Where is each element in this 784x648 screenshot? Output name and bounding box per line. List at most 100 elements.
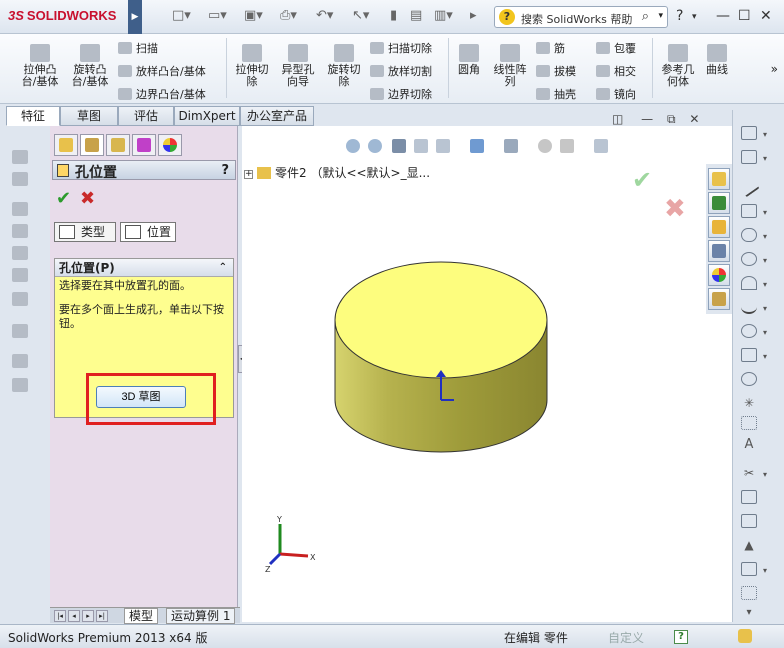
close-button[interactable]: ✕ xyxy=(760,8,772,24)
rib-button[interactable]: 筋 xyxy=(536,40,565,56)
text-icon[interactable]: A xyxy=(741,438,757,452)
tool-icon[interactable] xyxy=(12,354,28,368)
shell-button[interactable]: 抽壳 xyxy=(536,86,576,102)
sketch-icon[interactable] xyxy=(741,126,757,140)
loft-boss-button[interactable]: 放样凸台/基体 xyxy=(118,63,206,79)
solidworks-logo[interactable]: 3S SOLIDWORKS xyxy=(8,8,116,23)
ellipse-icon[interactable] xyxy=(741,324,757,338)
help-icon[interactable]: ? xyxy=(674,630,688,644)
mirror-entities-icon[interactable]: ▲ xyxy=(741,538,757,552)
section-header[interactable]: 孔位置(P) ⌃ xyxy=(55,259,233,277)
tool-icon[interactable] xyxy=(12,202,28,216)
restore-button[interactable]: ☐ xyxy=(738,8,751,24)
next-tab-icon[interactable]: ▸ xyxy=(82,610,94,622)
linear-pattern-button[interactable]: 线性阵 列 xyxy=(488,44,532,88)
zoom-to-fit-icon[interactable] xyxy=(346,139,360,153)
tool-icon[interactable] xyxy=(12,268,28,282)
search-icon[interactable]: ⌕ xyxy=(642,9,649,24)
offset-entities-icon[interactable] xyxy=(741,514,757,528)
toolbar-overflow-icon[interactable]: ▸ xyxy=(470,8,477,23)
minimize-button[interactable]: — xyxy=(716,8,730,24)
new-document-icon[interactable]: □▾ xyxy=(172,8,191,23)
custom-properties-tab[interactable] xyxy=(708,288,730,310)
tab-dimxpert[interactable]: DimXpert xyxy=(174,106,240,126)
linear-sketch-pattern-icon[interactable] xyxy=(741,562,757,576)
tab-model[interactable]: 模型 xyxy=(124,608,159,624)
status-custom[interactable]: 自定义 xyxy=(608,629,644,646)
tool-icon[interactable] xyxy=(12,378,28,392)
slot-icon[interactable] xyxy=(741,228,757,242)
arc-icon[interactable] xyxy=(741,276,757,290)
ok-check-icon[interactable]: ✔ xyxy=(56,188,71,209)
lofted-cut-button[interactable]: 放样切割 xyxy=(370,63,432,79)
display-style-icon[interactable] xyxy=(470,139,484,153)
curves-button[interactable]: 曲线 xyxy=(702,44,732,76)
restore-view-icon[interactable]: ⧉ xyxy=(667,112,676,126)
property-manager-tab[interactable] xyxy=(80,134,104,156)
options-icon[interactable]: ▥▾ xyxy=(434,8,453,23)
cancel-x-icon[interactable]: ✖ xyxy=(80,188,95,209)
draft-button[interactable]: 拔模 xyxy=(536,63,576,79)
circle-icon[interactable] xyxy=(741,252,757,266)
reference-geometry-button[interactable]: 参考几 何体 xyxy=(656,44,700,88)
tool-icon[interactable] xyxy=(12,150,28,164)
ribbon-overflow-icon[interactable]: » xyxy=(771,62,778,76)
tab-features[interactable]: 特征 xyxy=(6,106,60,126)
display-manager-tab[interactable] xyxy=(158,134,182,156)
line-icon[interactable] xyxy=(738,176,760,198)
view-palette-tab[interactable] xyxy=(708,240,730,262)
select-arrow-icon[interactable]: ↖▾ xyxy=(352,8,369,23)
solidworks-resources-tab[interactable] xyxy=(708,168,730,190)
apply-scene-icon[interactable] xyxy=(560,139,574,153)
previous-view-icon[interactable] xyxy=(392,139,406,153)
tool-icon[interactable] xyxy=(12,324,28,338)
tag-icon[interactable] xyxy=(738,629,752,643)
section-view-icon[interactable] xyxy=(414,139,428,153)
help-dropdown-icon[interactable]: ▾ xyxy=(692,12,697,22)
hide-show-icon[interactable] xyxy=(504,139,518,153)
tab-sketch[interactable]: 草图 xyxy=(60,106,118,126)
wrap-button[interactable]: 包覆 xyxy=(596,40,636,56)
help-search-box[interactable]: ? 搜索 SolidWorks 帮助 ⌕ ▾ xyxy=(494,6,668,28)
revolve-boss-button[interactable]: 旋转凸 台/基体 xyxy=(68,44,112,88)
plane-icon[interactable] xyxy=(741,372,757,386)
view-split-icon[interactable]: ◫ xyxy=(612,112,623,126)
extrude-boss-button[interactable]: 拉伸凸 台/基体 xyxy=(18,44,62,88)
tab-office-products[interactable]: 办公室产品 xyxy=(240,106,314,126)
first-tab-icon[interactable]: |◂ xyxy=(54,610,66,622)
rectangle-icon[interactable] xyxy=(741,204,757,218)
point-icon[interactable]: ✳ xyxy=(741,396,757,410)
view-settings-icon[interactable] xyxy=(594,139,608,153)
configuration-manager-tab[interactable] xyxy=(106,134,130,156)
confirm-cancel-icon[interactable]: ✖ xyxy=(664,194,686,224)
smart-dimension-icon[interactable] xyxy=(741,150,757,164)
confirm-ok-icon[interactable]: ✔ xyxy=(632,166,652,194)
sweep-button[interactable]: 扫描 xyxy=(118,40,158,56)
help-button[interactable]: ? xyxy=(221,163,229,178)
collapse-icon[interactable]: ⌃ xyxy=(219,259,227,277)
tab-type[interactable]: 类型 xyxy=(54,222,116,242)
convert-entities-icon[interactable] xyxy=(741,490,757,504)
zoom-to-area-icon[interactable] xyxy=(368,139,382,153)
trim-icon[interactable]: ✂ xyxy=(741,466,757,480)
open-document-icon[interactable]: ▭▾ xyxy=(208,8,227,23)
tool-icon[interactable] xyxy=(12,172,28,186)
tab-evaluate[interactable]: 评估 xyxy=(118,106,174,126)
rebuild-icon[interactable]: ▮ xyxy=(390,8,397,23)
feature-tree-flyout[interactable]: + 零件2 （默认<<默认>_显... xyxy=(244,164,430,181)
extrude-cut-button[interactable]: 拉伸切 除 xyxy=(230,44,274,88)
intersect-button[interactable]: 相交 xyxy=(596,63,636,79)
swept-cut-button[interactable]: 扫描切除 xyxy=(370,40,432,56)
expand-icon[interactable]: + xyxy=(244,170,253,179)
tool-icon[interactable] xyxy=(12,224,28,238)
expand-toolbar-icon[interactable]: ▾ xyxy=(741,606,757,620)
cylinder-model[interactable] xyxy=(330,250,552,462)
boundary-boss-button[interactable]: 边界凸台/基体 xyxy=(118,86,206,102)
last-tab-icon[interactable]: ▸| xyxy=(96,610,108,622)
close-view-icon[interactable]: ✕ xyxy=(689,112,699,126)
construction-geometry-icon[interactable] xyxy=(741,586,757,600)
undo-icon[interactable]: ↶▾ xyxy=(316,8,333,23)
dimxpert-manager-tab[interactable] xyxy=(132,134,156,156)
spline-icon[interactable] xyxy=(741,300,757,314)
tool-icon[interactable] xyxy=(12,292,28,306)
